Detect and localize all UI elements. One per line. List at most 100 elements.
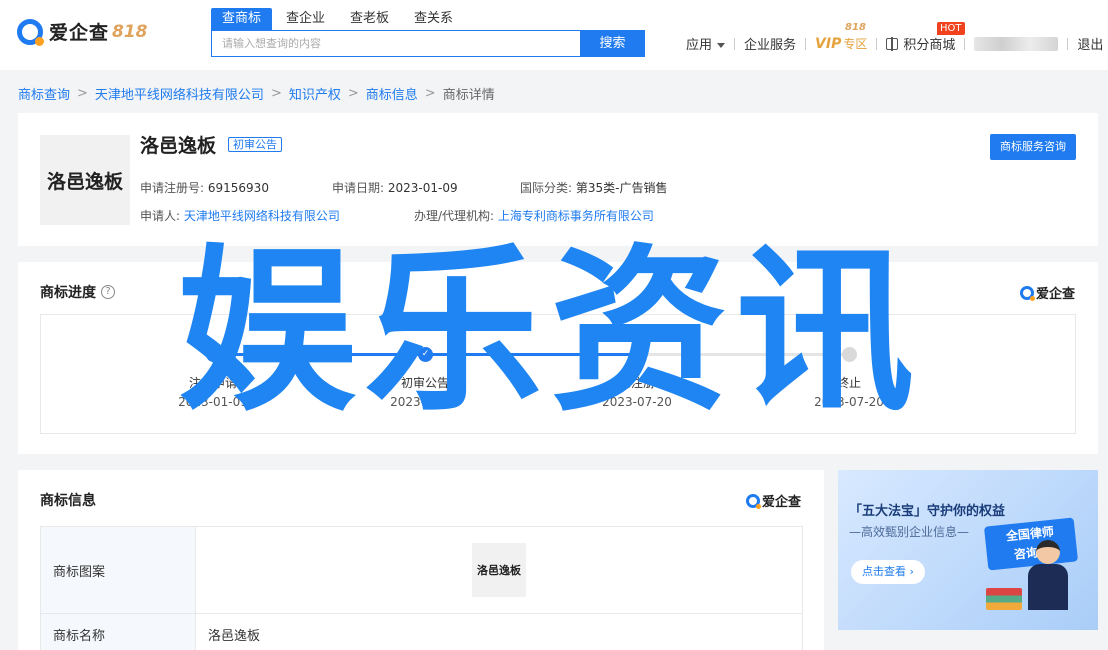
chevron-down-icon bbox=[717, 43, 726, 48]
lawyer-illustration bbox=[1028, 540, 1068, 610]
timeline-segment-current bbox=[425, 353, 637, 356]
breadcrumb-trademark-search[interactable]: 商标查询 bbox=[18, 84, 70, 103]
legal-ad-banner[interactable]: 「五大法宝」守护你的权益 —高效甄别企业信息— 点击查看 › 全国律师 咨询日 bbox=[838, 470, 1098, 630]
search-input[interactable] bbox=[212, 31, 580, 56]
person-head bbox=[1036, 540, 1060, 564]
step-date: 2033-07-20 bbox=[814, 395, 884, 409]
applicant-field: 申请人: 天津地平线网络科技有限公司 bbox=[140, 207, 340, 224]
intl-class-field: 国际分类: 第35类-广告销售 bbox=[520, 179, 667, 196]
mini-logo-text: 爱企查 bbox=[1036, 287, 1076, 302]
books-icon bbox=[986, 588, 1022, 610]
divider bbox=[964, 37, 966, 50]
trademark-summary-card: 洛邑逸板 洛邑逸板 初审公告 申请注册号: 69156930 申请日期: 202… bbox=[18, 113, 1098, 246]
divider bbox=[1067, 37, 1069, 50]
vip-zone-link[interactable]: 818 VIP 专区 bbox=[815, 22, 868, 52]
logout-link[interactable]: 退出 bbox=[1077, 34, 1103, 53]
info-title-text: 商标信息 bbox=[40, 493, 96, 509]
divider bbox=[805, 37, 807, 50]
applicant-label: 申请人: bbox=[140, 209, 181, 223]
help-icon[interactable]: ? bbox=[101, 285, 115, 299]
breadcrumb-ip[interactable]: 知识产权 bbox=[289, 84, 341, 103]
table-cell-value: 洛邑逸板 bbox=[195, 613, 803, 650]
breadcrumb-separator: > bbox=[347, 86, 359, 101]
table-cell-value: 洛邑逸板 bbox=[195, 526, 803, 614]
status-badge: 初审公告 bbox=[228, 137, 282, 152]
vip-818-tag: 818 bbox=[845, 22, 866, 33]
top-nav: 应用 企业服务 818 VIP 专区 积分商城 退出 bbox=[686, 22, 1103, 53]
ad-view-button[interactable]: 点击查看 › bbox=[851, 560, 925, 584]
progress-title-text: 商标进度 bbox=[40, 285, 96, 301]
brand-badge: 818 bbox=[112, 21, 148, 42]
trademark-info-table: 商标图案 洛邑逸板 商标名称 洛邑逸板 bbox=[40, 526, 803, 650]
applicant-link[interactable]: 天津地平线网络科技有限公司 bbox=[184, 209, 340, 223]
tab-relation[interactable]: 查关系 bbox=[403, 8, 464, 30]
logo-mark-icon bbox=[1020, 285, 1035, 301]
step-label: 终止 bbox=[836, 376, 861, 390]
aiqicha-mini-logo: 爱企查 bbox=[746, 491, 801, 510]
step-label: 初审公告 bbox=[400, 376, 449, 390]
step-date: 2023-04-20 bbox=[390, 395, 460, 409]
aiqicha-mini-logo: 爱企查 bbox=[1020, 283, 1075, 302]
search-tabs: 查商标 查企业 查老板 查关系 bbox=[211, 8, 467, 30]
step-label: 已注册 bbox=[618, 376, 655, 390]
search-box bbox=[211, 30, 581, 57]
table-cell-label: 商标名称 bbox=[40, 613, 196, 650]
apply-date-label: 申请日期: bbox=[332, 181, 385, 195]
logo-mark-icon bbox=[17, 18, 44, 46]
intl-class-value: 第35类-广告销售 bbox=[575, 181, 668, 195]
breadcrumb: 商标查询 > 天津地平线网络科技有限公司 > 知识产权 > 商标信息 > 商标详… bbox=[18, 84, 495, 103]
ad-title: 「五大法宝」守护你的权益 bbox=[849, 504, 1006, 519]
brand-logo[interactable]: 爱企查 818 bbox=[17, 18, 148, 46]
mini-logo-text: 爱企查 bbox=[762, 495, 802, 510]
breadcrumb-separator: > bbox=[77, 86, 88, 101]
step-date: 2023-01-09 bbox=[178, 395, 248, 409]
table-row: 商标图案 洛邑逸板 bbox=[40, 526, 803, 614]
breadcrumb-current: 商标详情 bbox=[442, 88, 495, 103]
trademark-progress-card: 商标进度 ? 爱企查 ✓ ✓ 注册申请 2023-01-09 初审公告 2023… bbox=[18, 262, 1098, 454]
vip-label: VIP bbox=[815, 36, 842, 52]
intl-class-label: 国际分类: bbox=[520, 181, 573, 195]
step-date: 2023-07-20 bbox=[602, 395, 672, 409]
check-icon: ✓ bbox=[418, 347, 433, 362]
progress-title: 商标进度 ? bbox=[40, 282, 115, 302]
check-icon: ✓ bbox=[206, 347, 221, 362]
divider bbox=[734, 37, 736, 50]
pending-dot-icon bbox=[842, 347, 857, 362]
trademark-service-button[interactable]: 商标服务咨询 bbox=[990, 134, 1076, 160]
timeline-segment-done bbox=[213, 353, 425, 356]
trademark-image: 洛邑逸板 bbox=[472, 543, 526, 597]
tab-boss[interactable]: 查老板 bbox=[339, 8, 400, 30]
agent-label: 办理/代理机构: bbox=[414, 209, 495, 223]
agent-link[interactable]: 上海专利商标事务所有限公司 bbox=[498, 209, 654, 223]
breadcrumb-company[interactable]: 天津地平线网络科技有限公司 bbox=[95, 84, 264, 103]
vip-zone-label: 专区 bbox=[843, 37, 868, 51]
timeline-segment-pending bbox=[637, 353, 849, 356]
user-name-blurred[interactable] bbox=[974, 36, 1059, 51]
apply-date-field: 申请日期: 2023-01-09 bbox=[332, 179, 458, 196]
reg-no-label: 申请注册号: bbox=[140, 181, 205, 195]
trademark-thumbnail: 洛邑逸板 bbox=[40, 135, 130, 225]
progress-timeline: ✓ ✓ 注册申请 2023-01-09 初审公告 2023-04-20 已注册 … bbox=[40, 314, 1076, 434]
apps-menu[interactable]: 应用 bbox=[686, 34, 726, 53]
enterprise-service-link[interactable]: 企业服务 bbox=[744, 34, 796, 53]
table-row: 商标名称 洛邑逸板 bbox=[40, 613, 803, 650]
search-button[interactable]: 搜索 bbox=[580, 30, 645, 57]
pending-dot-icon bbox=[630, 347, 645, 362]
gift-icon bbox=[886, 37, 899, 51]
reg-no-value: 69156930 bbox=[207, 181, 269, 195]
agent-field: 办理/代理机构: 上海专利商标事务所有限公司 bbox=[414, 207, 654, 224]
trademark-info-card: 商标信息 爱企查 商标图案 洛邑逸板 商标名称 洛邑逸板 bbox=[18, 470, 824, 650]
tab-trademark[interactable]: 查商标 bbox=[211, 8, 273, 30]
points-mall-link[interactable]: 积分商城 bbox=[886, 34, 955, 53]
divider bbox=[876, 37, 878, 50]
step-label: 注册申请 bbox=[188, 376, 237, 390]
top-header: 爱企查 818 查商标 查企业 查老板 查关系 搜索 应用 企业服务 818 V… bbox=[0, 0, 1108, 70]
apps-label: 应用 bbox=[686, 38, 713, 53]
breadcrumb-trademark-info[interactable]: 商标信息 bbox=[366, 84, 418, 103]
tab-company[interactable]: 查企业 bbox=[275, 8, 336, 30]
trademark-name: 洛邑逸板 bbox=[140, 135, 217, 157]
hot-badge: HOT bbox=[937, 22, 965, 35]
points-mall-label: 积分商城 bbox=[903, 38, 956, 53]
reg-no-field: 申请注册号: 69156930 bbox=[140, 179, 269, 196]
breadcrumb-separator: > bbox=[270, 86, 282, 101]
